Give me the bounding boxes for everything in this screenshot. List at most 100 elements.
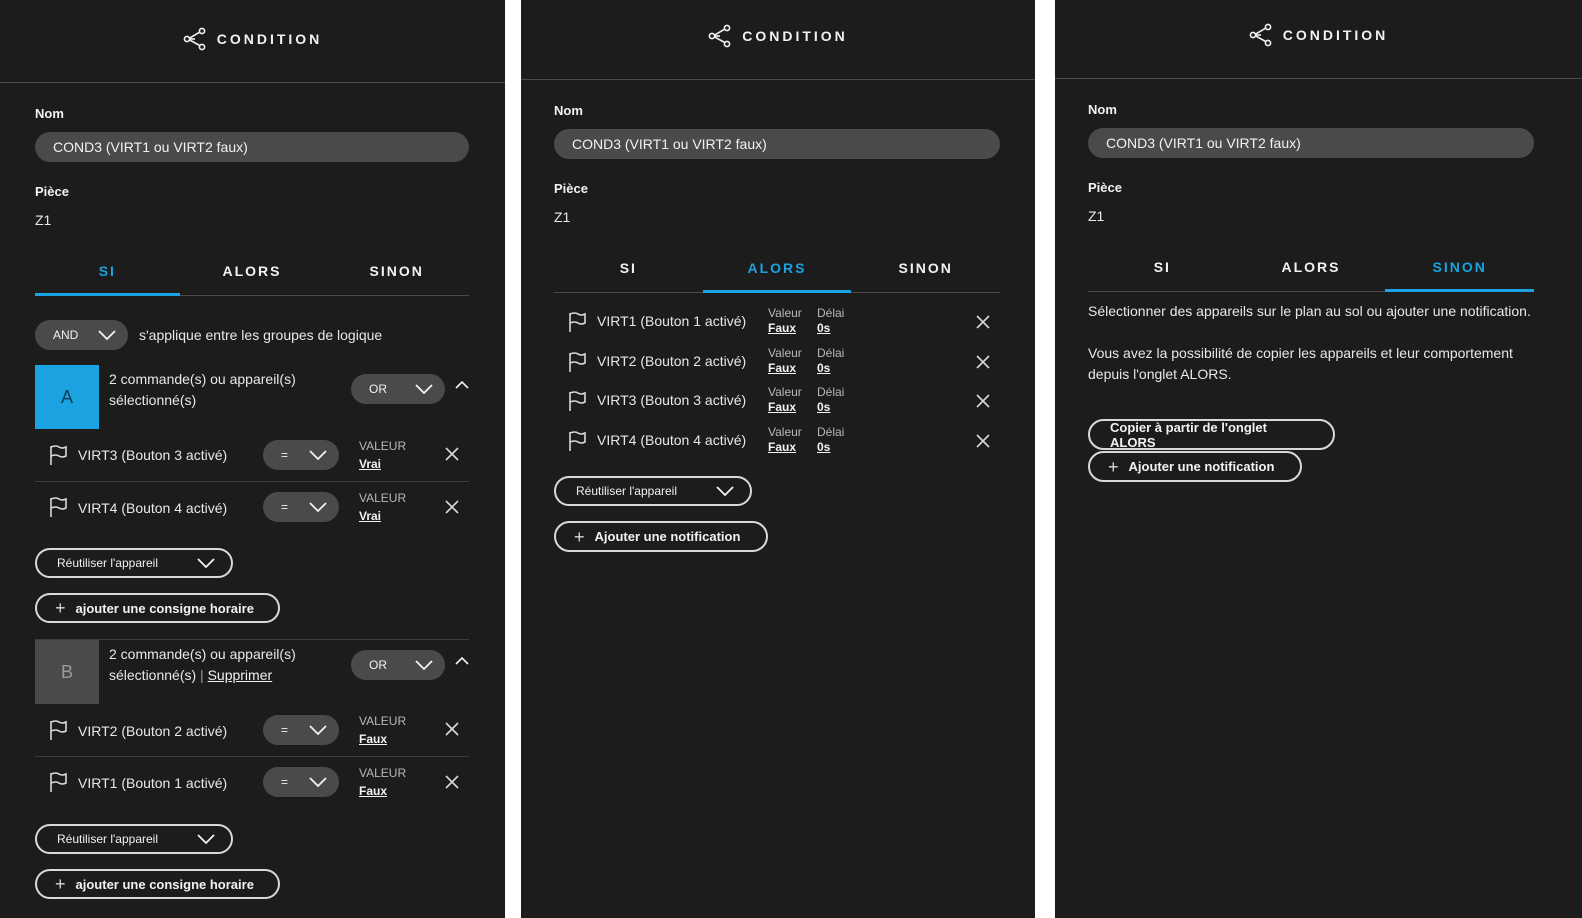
tab-alors[interactable]: ALORS: [702, 260, 852, 293]
room-value: Z1: [1088, 208, 1105, 224]
reuse-device-label: Réutiliser l'appareil: [576, 484, 678, 498]
close-icon[interactable]: [976, 315, 990, 329]
reuse-device-dropdown[interactable]: Réutiliser l'appareil: [35, 824, 233, 854]
condition-row: VIRT1 (Bouton 1 activé) = VALEUR Faux: [35, 757, 469, 808]
plus-icon: +: [55, 874, 66, 894]
sinon-copy-hint: Vous avez la possibilité de copier les a…: [1088, 345, 1513, 382]
add-notification-button[interactable]: + Ajouter une notification: [1088, 451, 1302, 482]
tab-sinon[interactable]: SINON: [324, 263, 469, 295]
value-label: Valeur: [768, 306, 802, 320]
value-link[interactable]: Faux: [768, 440, 796, 454]
delay-link[interactable]: 0s: [817, 400, 830, 414]
comparison-operator-select[interactable]: =: [263, 715, 339, 745]
collapse-group-b-icon[interactable]: [455, 657, 469, 665]
value-link[interactable]: Faux: [359, 732, 387, 746]
close-icon[interactable]: [976, 434, 990, 448]
device-name: VIRT4 (Bouton 4 activé): [597, 432, 747, 448]
name-field[interactable]: [554, 129, 1000, 159]
name-field[interactable]: [1088, 128, 1534, 158]
flag-icon: [48, 444, 68, 466]
flag-icon: [567, 390, 587, 412]
operator-value: =: [281, 448, 289, 462]
copy-from-alors-button[interactable]: Copier à partir de l'onglet ALORS: [1088, 419, 1335, 450]
flag-icon: [48, 496, 68, 518]
tab-si[interactable]: SI: [554, 260, 703, 292]
value-label: VALEUR: [359, 439, 407, 453]
condition-panel-si: CONDITION Nom Pièce Z1 SI ALORS SINON AN…: [0, 0, 505, 918]
tab-alors[interactable]: ALORS: [1237, 259, 1386, 291]
action-row: VIRT1 (Bouton 1 activé) Valeur Faux Déla…: [554, 302, 1000, 342]
logic-operator-select[interactable]: AND: [35, 320, 128, 350]
room-label: Pièce: [554, 181, 588, 196]
delete-group-link[interactable]: Supprimer: [208, 667, 273, 683]
comparison-operator-select[interactable]: =: [263, 492, 339, 522]
close-icon[interactable]: [976, 394, 990, 408]
device-name: VIRT2 (Bouton 2 activé): [597, 353, 747, 369]
group-a-badge: A: [35, 365, 99, 429]
value-link[interactable]: Faux: [768, 361, 796, 375]
value-link[interactable]: Faux: [359, 784, 387, 798]
chevron-down-icon: [309, 450, 327, 460]
add-notification-button[interactable]: + Ajouter une notification: [554, 521, 768, 552]
device-name: VIRT1 (Bouton 1 activé): [78, 775, 228, 791]
flag-icon: [567, 351, 587, 373]
add-schedule-button[interactable]: + ajouter une consigne horaire: [35, 593, 280, 623]
close-icon[interactable]: [445, 722, 459, 736]
group-a-operator-select[interactable]: OR: [351, 374, 445, 404]
delay-link[interactable]: 0s: [817, 361, 830, 375]
flag-icon: [567, 311, 587, 333]
separator: |: [200, 667, 204, 683]
action-row: VIRT3 (Bouton 3 activé) Valeur Faux Déla…: [554, 381, 1000, 421]
delay-link[interactable]: 0s: [817, 440, 830, 454]
chevron-down-icon: [309, 725, 327, 735]
room-label: Pièce: [1088, 180, 1122, 195]
delay-link[interactable]: 0s: [817, 321, 830, 335]
device-name: VIRT4 (Bouton 4 activé): [78, 500, 228, 516]
value-label: VALEUR: [359, 714, 407, 728]
value-label: Valeur: [768, 385, 802, 399]
comparison-operator-select[interactable]: =: [263, 440, 339, 470]
comparison-operator-select[interactable]: =: [263, 767, 339, 797]
flag-icon: [48, 719, 68, 741]
add-schedule-label: ajouter une consigne horaire: [75, 876, 254, 892]
condition-row: VIRT2 (Bouton 2 activé) = VALEUR Faux: [35, 705, 469, 757]
reuse-device-dropdown[interactable]: Réutiliser l'appareil: [35, 548, 233, 578]
tab-si[interactable]: SI: [35, 263, 180, 296]
name-field[interactable]: [35, 132, 469, 162]
group-a-summary: 2 commande(s) ou appareil(s) sélectionné…: [109, 369, 339, 411]
share-nodes-icon: [708, 24, 732, 48]
group-b-operator-value: OR: [369, 658, 387, 672]
operator-value: =: [281, 723, 289, 737]
chevron-down-icon: [309, 777, 327, 787]
name-label: Nom: [554, 103, 583, 118]
tab-sinon[interactable]: SINON: [1385, 259, 1534, 292]
condition-row: VIRT3 (Bouton 3 activé) = VALEUR Vrai: [35, 430, 469, 482]
close-icon[interactable]: [445, 500, 459, 514]
collapse-group-a-icon[interactable]: [455, 381, 469, 389]
value-label: VALEUR: [359, 491, 407, 505]
close-icon[interactable]: [445, 447, 459, 461]
reuse-device-label: Réutiliser l'appareil: [57, 832, 159, 846]
value-link[interactable]: Vrai: [359, 509, 381, 523]
device-name: VIRT1 (Bouton 1 activé): [597, 313, 747, 329]
add-schedule-button[interactable]: + ajouter une consigne horaire: [35, 869, 280, 899]
name-label: Nom: [1088, 102, 1117, 117]
group-b-line1: 2 commande(s) ou appareil(s): [109, 646, 296, 662]
value-link[interactable]: Faux: [768, 400, 796, 414]
panel-header: CONDITION: [0, 0, 505, 83]
tab-alors[interactable]: ALORS: [180, 263, 325, 295]
close-icon[interactable]: [976, 355, 990, 369]
group-a-operator-value: OR: [369, 382, 387, 396]
reuse-device-dropdown[interactable]: Réutiliser l'appareil: [554, 476, 752, 506]
close-icon[interactable]: [445, 775, 459, 789]
tab-bar: SI ALORS SINON: [554, 260, 1000, 293]
value-link[interactable]: Vrai: [359, 457, 381, 471]
panel-title: CONDITION: [216, 31, 323, 47]
room-value: Z1: [554, 209, 571, 225]
delay-label: Délai: [817, 385, 845, 399]
tab-si[interactable]: SI: [1088, 259, 1237, 291]
delay-label: Délai: [817, 425, 845, 439]
tab-sinon[interactable]: SINON: [851, 260, 1000, 292]
value-link[interactable]: Faux: [768, 321, 796, 335]
group-b-operator-select[interactable]: OR: [351, 650, 445, 680]
